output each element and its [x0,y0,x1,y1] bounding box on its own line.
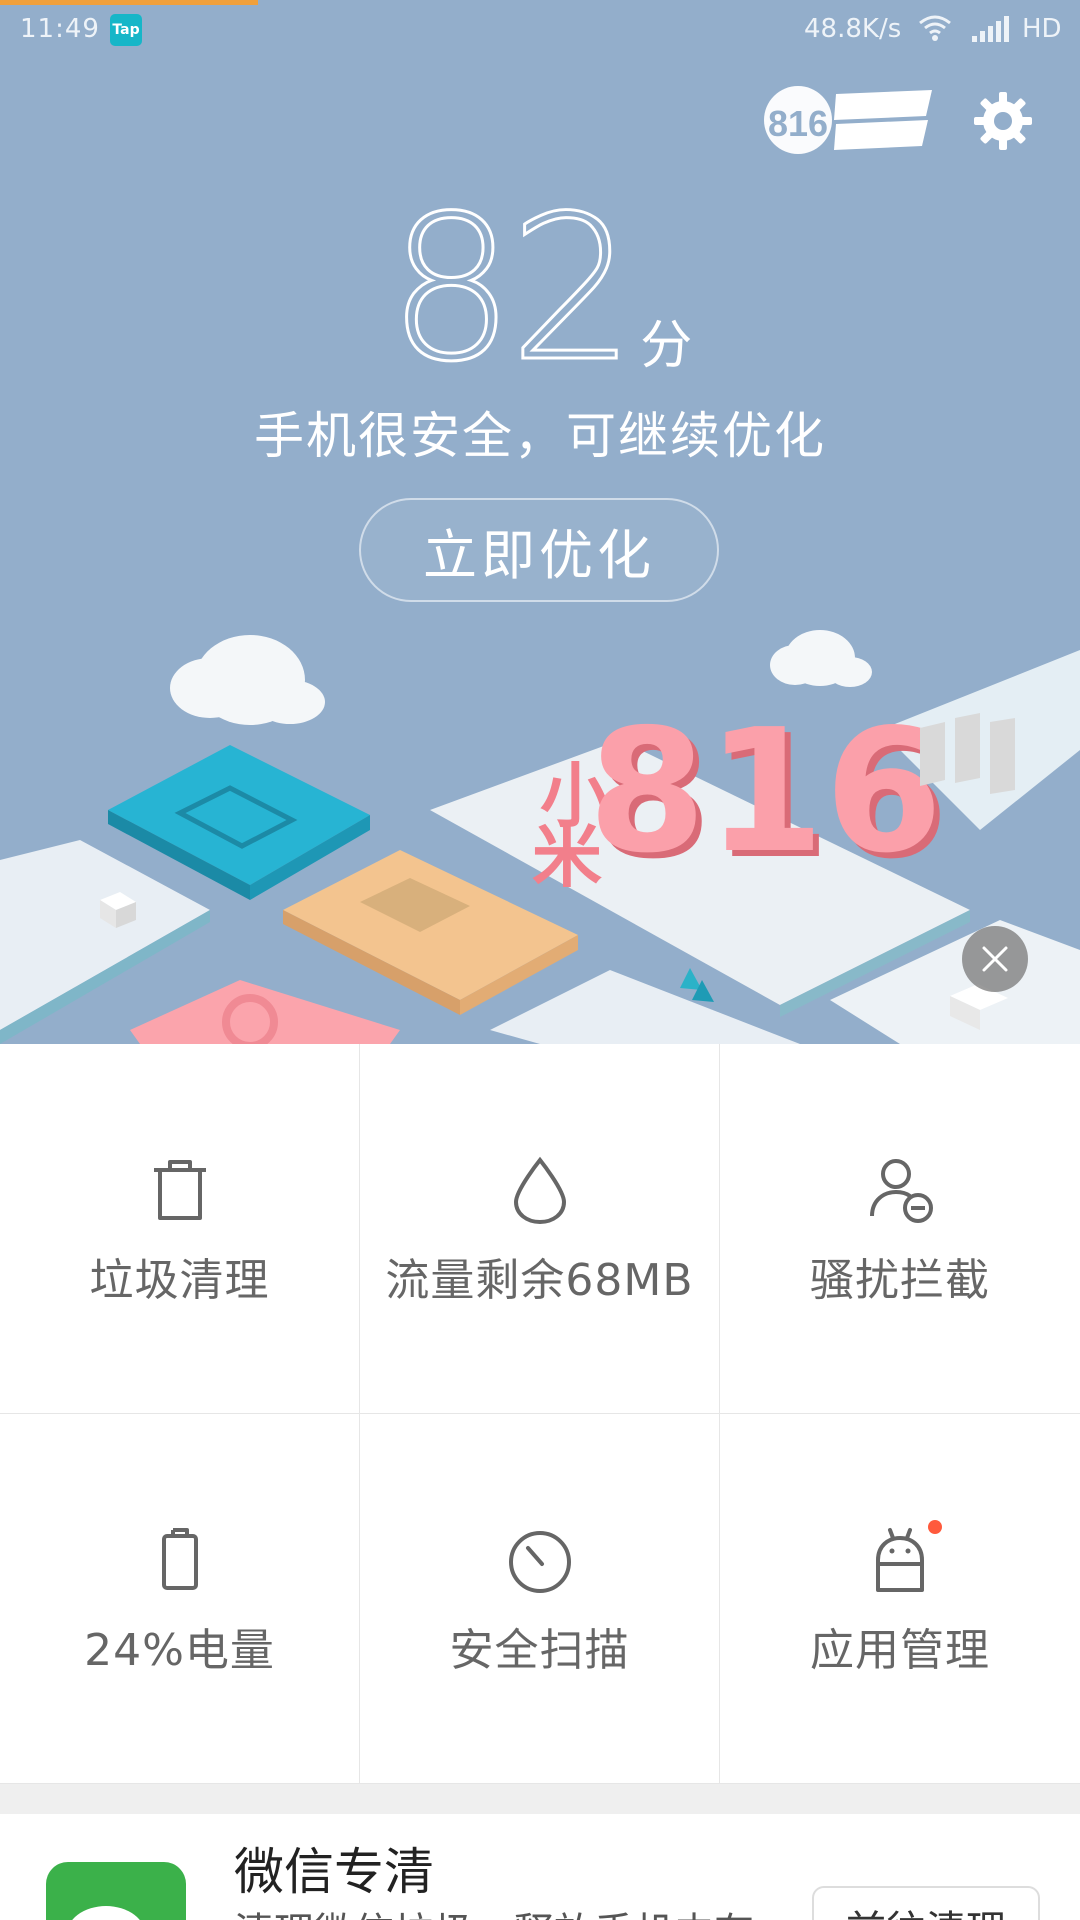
signal-icon [972,16,1012,49]
score-unit: 分 [640,316,693,376]
feature-data-usage[interactable]: 流量剩余68MB [360,1044,720,1414]
feature-security-scan[interactable]: 安全扫描 [360,1414,720,1784]
card-subtitle: 清理微信垃圾，释放手机内存 [234,1900,754,1920]
feature-label: 骚扰拦截 [810,1255,990,1306]
feature-harassment-block[interactable]: 骚扰拦截 [720,1044,1080,1414]
battery-icon [140,1520,220,1600]
feature-grid: 垃圾清理 流量剩余68MB 骚扰拦截 24%电量 安全扫描 应用管理 [0,1044,1080,1784]
feature-label: 垃圾清理 [89,1255,270,1306]
feature-junk-clean[interactable]: 垃圾清理 [0,1044,360,1414]
svg-text:816: 816 [588,693,943,891]
xiaomi-816-illustration[interactable]: 小 米 816 816 [0,610,1080,1044]
wechat-clean-card[interactable]: 微信专清 清理微信垃圾，释放手机内存 前往清理 [0,1814,1080,1920]
score-hero: 11:49 Tap 48.8K/s HD 816 82 分 手机很安全，可继续优… [0,0,1080,1044]
android-icon [860,1520,940,1600]
status-bar: 11:49 Tap 48.8K/s HD [0,0,1080,58]
user-block-icon [860,1150,940,1230]
close-icon[interactable] [962,926,1028,992]
trash-icon [140,1150,220,1230]
status-time: 11:49 [20,14,100,44]
security-status-text: 手机很安全，可继续优化 [254,407,826,465]
feature-app-manager[interactable]: 应用管理 [720,1414,1080,1784]
tap-app-icon: Tap [110,14,142,46]
notification-dot [928,1520,942,1534]
water-drop-icon [500,1150,580,1230]
feature-label: 应用管理 [810,1625,990,1676]
wechat-icon [46,1862,186,1920]
score-value: 82 [386,173,637,406]
scan-icon [500,1520,580,1600]
feature-label: 24%电量 [84,1625,275,1676]
feature-battery[interactable]: 24%电量 [0,1414,360,1784]
feature-label: 流量剩余68MB [385,1255,694,1306]
optimize-now-button[interactable]: 立即优化 [359,498,719,602]
xiaomi-816-promo-icon[interactable]: 816 [758,80,938,160]
security-home-screen: 11:49 Tap 48.8K/s HD 816 82 分 手机很安全，可继续优… [0,0,1080,1920]
hd-indicator: HD [1022,14,1062,44]
wifi-icon [918,14,952,49]
network-speed: 48.8K/s [804,14,902,44]
section-divider [0,1784,1080,1814]
card-title: 微信专清 [234,1843,434,1901]
svg-text:816: 816 [768,103,828,144]
go-clean-button[interactable]: 前往清理 [812,1886,1040,1920]
security-score: 82 分 [0,188,1080,391]
gear-icon[interactable] [974,92,1032,150]
feature-label: 安全扫描 [449,1625,630,1676]
